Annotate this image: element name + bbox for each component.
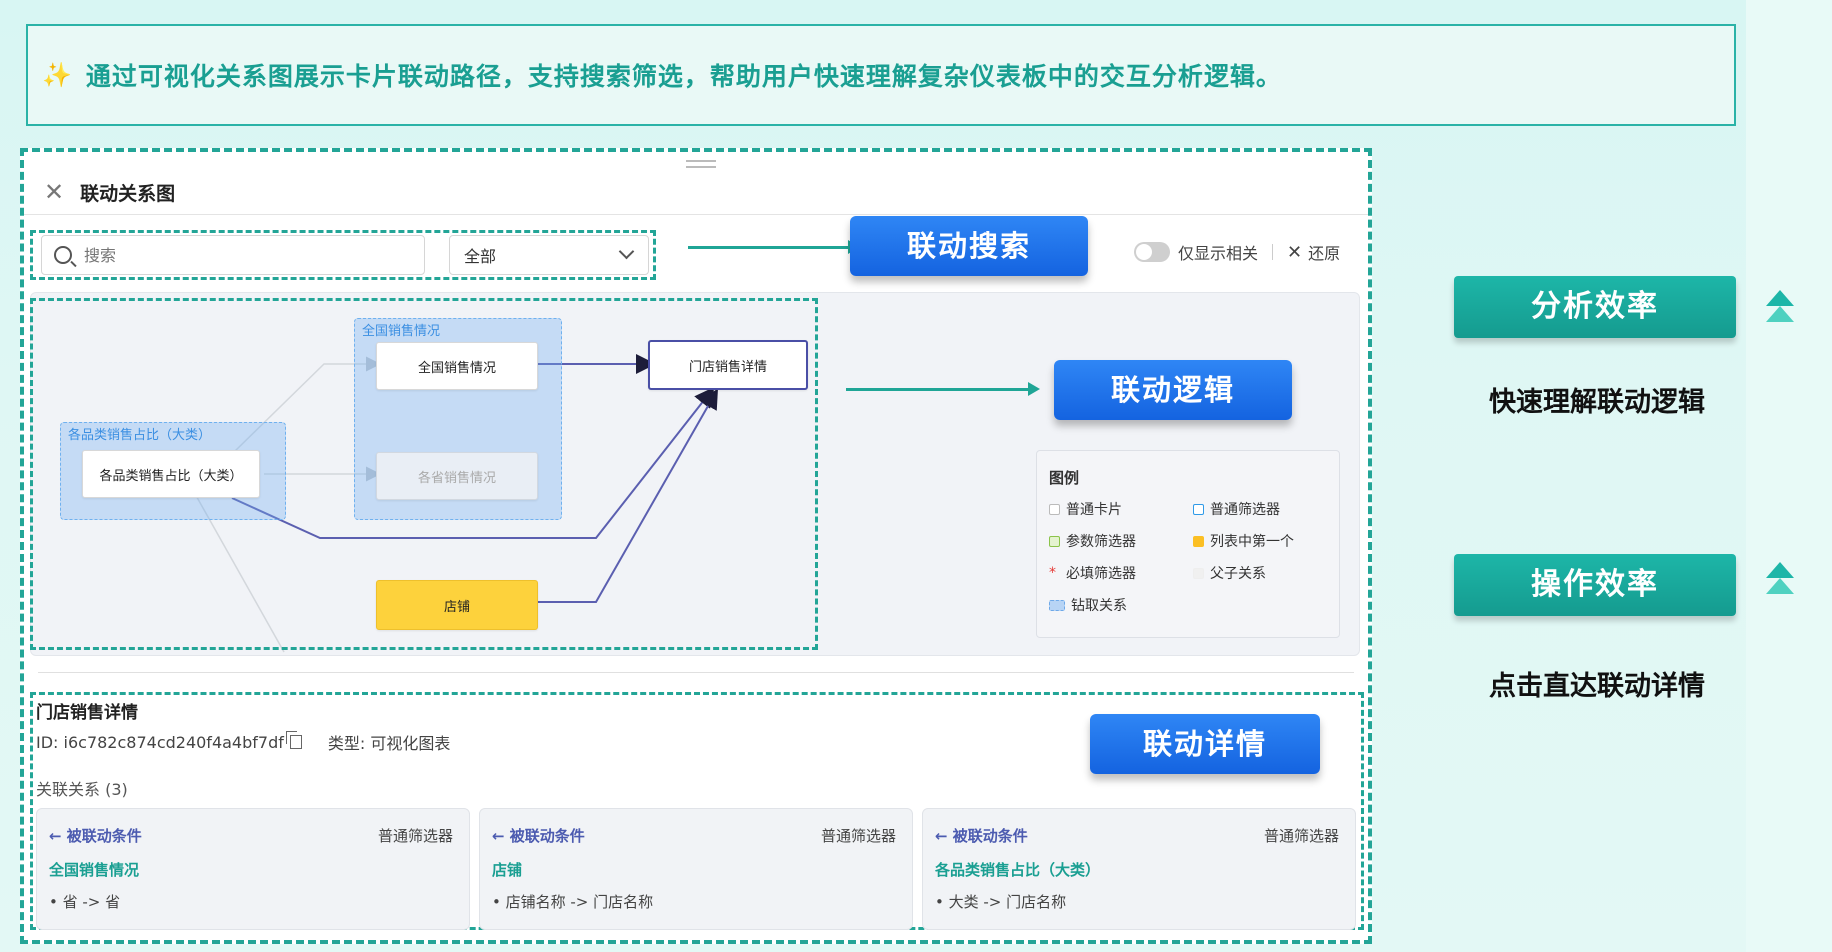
legend-item: 父子关系 — [1193, 563, 1266, 583]
normal-filter-swatch — [1193, 503, 1204, 515]
relation-source-link[interactable]: 店铺 — [492, 859, 522, 880]
card-type: 类型: 可视化图表 — [327, 734, 451, 753]
relation-card[interactable]: ← 被联动条件 普通筛选器 全国销售情况 • 省 -> 省 — [36, 808, 470, 930]
graph-highlight — [30, 298, 818, 650]
callout-search: 联动搜索 — [850, 216, 1088, 276]
relation-mapping: • 店铺名称 -> 门店名称 — [492, 893, 654, 911]
analysis-efficiency-text: 快速理解联动逻辑 — [1489, 387, 1705, 418]
parent-child-swatch — [1193, 567, 1204, 579]
sparkle-icon: ✨ — [42, 61, 72, 89]
search-arrow — [688, 240, 860, 254]
legend-item: 钻取关系 — [1049, 595, 1127, 615]
detail-title: 门店销售详情 — [36, 703, 138, 723]
relation-source-link[interactable]: 各品类销售占比（大类） — [935, 859, 1100, 880]
legend-item: 列表中第一个 — [1193, 531, 1294, 551]
relation-type: 普通筛选器 — [820, 827, 896, 845]
analysis-efficiency-badge: 分析效率 — [1454, 276, 1736, 338]
legend-label: 父子关系 — [1210, 566, 1266, 582]
callout-logic: 联动逻辑 — [1054, 360, 1292, 420]
required-marker-icon: * — [1049, 565, 1056, 581]
legend-item: * 必填筛选器 — [1049, 563, 1136, 583]
legend-label: 普通卡片 — [1066, 502, 1122, 518]
operation-efficiency-text: 点击直达联动详情 — [1489, 671, 1705, 702]
legend-item: 普通卡片 — [1049, 499, 1122, 519]
first-in-list-swatch — [1193, 535, 1204, 547]
callout-detail: 联动详情 — [1090, 714, 1320, 774]
legend-title: 图例 — [1049, 469, 1080, 487]
copy-icon[interactable] — [285, 731, 302, 749]
feature-banner: ✨ 通过可视化关系图展示卡片联动路径，支持搜索筛选，帮助用户快速理解复杂仪表板中… — [26, 24, 1736, 126]
linkage-relation-panel: ✕ 联动关系图 全部 仅显示相关 ✕ 还原 — [20, 148, 1372, 944]
relation-type: 普通筛选器 — [377, 827, 453, 845]
drill-swatch — [1049, 599, 1065, 611]
relation-source-link[interactable]: 全国销售情况 — [49, 859, 139, 880]
relation-direction: ← 被联动条件 — [492, 827, 585, 845]
relation-type: 普通筛选器 — [1263, 827, 1339, 845]
card-id: ID: i6c782c874cd240f4a4bf7df — [36, 732, 284, 752]
relation-mapping: • 大类 -> 门店名称 — [935, 893, 1067, 911]
legend-item: 普通筛选器 — [1193, 499, 1280, 519]
legend-panel: 图例 普通卡片 普通筛选器 参数筛选器 列表中第一个 * 必填筛选器 父子关系 … — [1036, 450, 1340, 638]
legend-label: 钻取关系 — [1071, 598, 1127, 614]
legend-label: 列表中第一个 — [1210, 534, 1294, 550]
banner-text: 通过可视化关系图展示卡片联动路径，支持搜索筛选，帮助用户快速理解复杂仪表板中的交… — [85, 62, 1282, 91]
operation-efficiency-badge: 操作效率 — [1454, 554, 1736, 616]
legend-label: 必填筛选器 — [1066, 566, 1136, 582]
relation-mapping: • 省 -> 省 — [49, 893, 121, 911]
relation-count: 关联关系 (3) — [36, 780, 128, 799]
legend-label: 普通筛选器 — [1210, 502, 1280, 518]
logic-arrow — [846, 382, 1040, 396]
detail-divider — [38, 672, 1354, 673]
legend-item: 参数筛选器 — [1049, 531, 1136, 551]
double-up-icon — [1766, 562, 1794, 594]
detail-meta: ID: i6c782c874cd240f4a4bf7df 类型: 可视化图表 — [36, 730, 450, 754]
relation-card[interactable]: ← 被联动条件 普通筛选器 各品类销售占比（大类） • 大类 -> 门店名称 — [922, 808, 1356, 930]
double-up-icon — [1766, 290, 1794, 322]
normal-card-swatch — [1049, 503, 1060, 515]
relation-direction: ← 被联动条件 — [935, 827, 1028, 845]
param-filter-swatch — [1049, 535, 1060, 547]
relation-direction: ← 被联动条件 — [49, 827, 142, 845]
background-band — [1746, 0, 1832, 952]
relation-card[interactable]: ← 被联动条件 普通筛选器 店铺 • 店铺名称 -> 门店名称 — [479, 808, 913, 930]
legend-label: 参数筛选器 — [1066, 534, 1136, 550]
